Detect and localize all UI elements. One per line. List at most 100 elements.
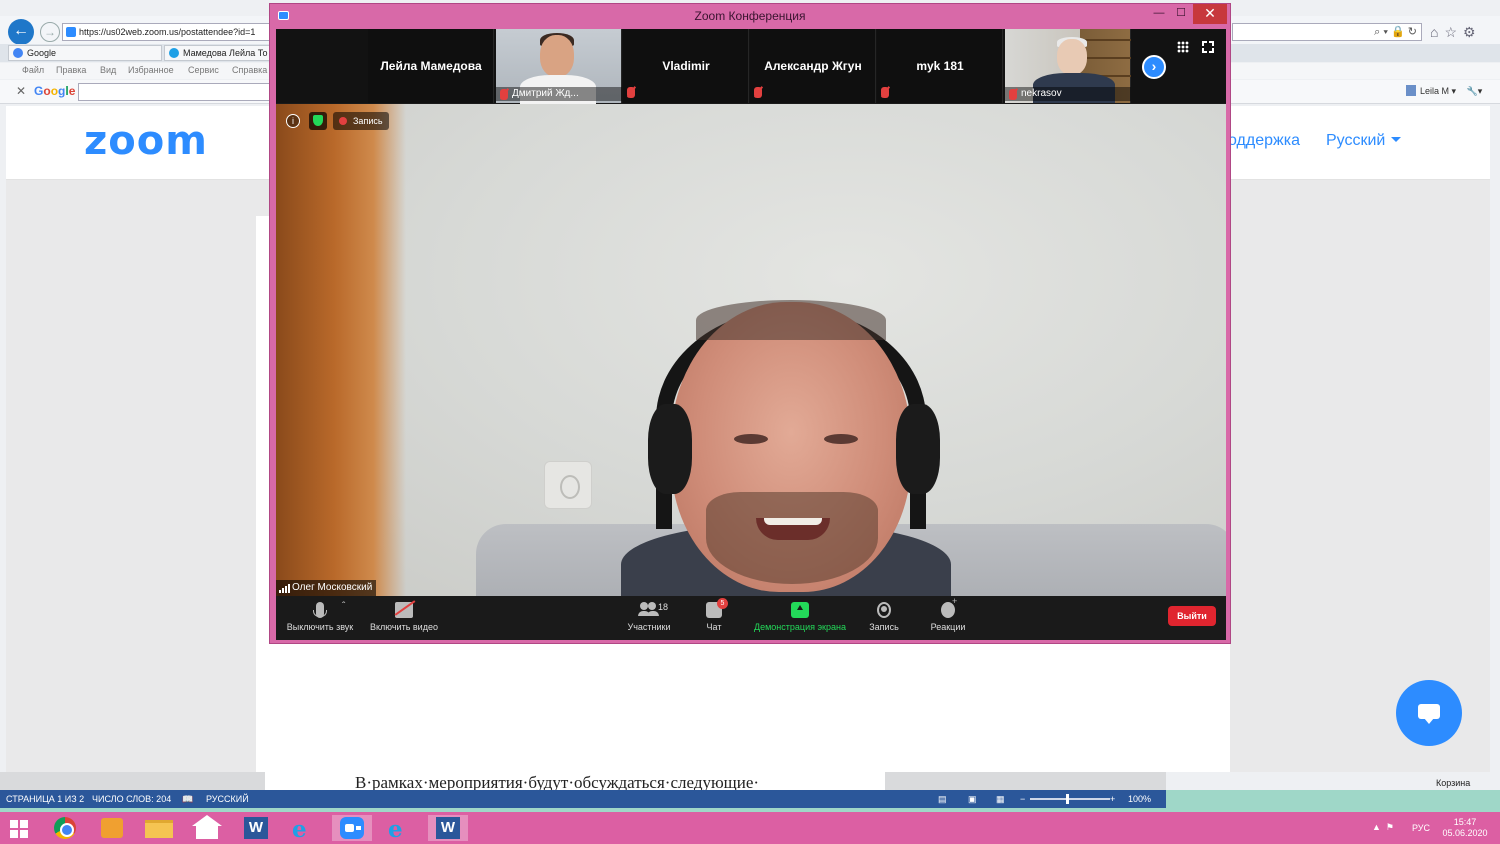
support-chat-button[interactable] <box>1396 680 1462 746</box>
menu-help[interactable]: Справка <box>232 65 267 75</box>
minimize-button[interactable]: — <box>1148 4 1170 24</box>
speaker-hair <box>696 300 886 340</box>
wrench-icon[interactable]: 🔧▾ <box>1467 86 1483 96</box>
meeting-info-icon[interactable]: i <box>286 114 300 128</box>
print-layout-icon[interactable]: ▣ <box>968 790 977 808</box>
participant-tile[interactable]: Vladimir <box>623 29 749 103</box>
headphones-earcup-left <box>648 404 692 494</box>
recycle-bin-label[interactable]: Корзина <box>1436 778 1470 788</box>
chrome-taskbar-icon[interactable] <box>46 815 86 841</box>
recording-indicator[interactable]: Запись <box>333 112 389 130</box>
participant-name: myk 181 <box>916 59 964 73</box>
mute-label: Выключить звук <box>286 622 354 632</box>
tab-google[interactable]: Google <box>8 45 162 61</box>
participant-tile-video[interactable]: Дмитрий Жд... <box>496 29 622 105</box>
address-bar-actions[interactable]: ⌕ ▾ 🔒 ↻ <box>1232 23 1422 41</box>
menu-file[interactable]: Файл <box>22 65 44 75</box>
menu-view[interactable]: Вид <box>100 65 116 75</box>
start-button[interactable] <box>6 815 46 841</box>
gallery-view-icon[interactable] <box>1177 41 1189 53</box>
participants-button[interactable]: 18 Участники <box>624 600 674 638</box>
encryption-shield-icon[interactable] <box>309 112 327 130</box>
web-layout-icon[interactable]: ▦ <box>996 790 1005 808</box>
clock-time: 15:47 <box>1453 817 1477 827</box>
participant-tile[interactable]: Лейла Мамедова <box>368 29 494 103</box>
address-bar[interactable]: https://us02web.zoom.us/postattendee?id=… <box>62 23 272 41</box>
speaker-name-label: Олег Московский <box>276 580 377 596</box>
ie-taskbar-icon-2[interactable]: e <box>380 815 420 843</box>
speaker-mouth <box>756 518 830 540</box>
language-select[interactable]: Русский <box>1326 132 1401 150</box>
page-status[interactable]: СТРАНИЦА 1 ИЗ 2 <box>6 790 84 808</box>
clock-date: 05.06.2020 <box>1442 828 1488 838</box>
menu-edit[interactable]: Правка <box>56 65 86 75</box>
read-mode-icon[interactable]: ▤ <box>938 790 947 808</box>
tab-label: Мамедова Лейла То <box>183 48 268 58</box>
window-title: Zoom Конференция <box>694 9 806 23</box>
microphone-icon <box>313 602 327 618</box>
start-video-button[interactable]: Включить видео <box>366 600 442 638</box>
zoom-taskbar-icon[interactable] <box>332 815 372 841</box>
tray-icons[interactable]: ▲ ⚑ <box>1372 822 1394 833</box>
muted-mic-icon <box>881 87 889 98</box>
zoom-in-icon[interactable]: + <box>1110 790 1115 808</box>
participants-icon <box>638 602 658 618</box>
participant-name: Александр Жгун <box>764 59 862 73</box>
zoom-slider-handle[interactable] <box>1066 794 1069 804</box>
zoom-level[interactable]: 100% <box>1128 790 1151 808</box>
menu-favorites[interactable]: Избранное <box>128 65 174 75</box>
share-screen-icon <box>791 602 809 618</box>
tab-document[interactable]: Мамедова Лейла То <box>164 45 270 61</box>
audio-options-caret-icon[interactable]: ˆ <box>342 601 345 612</box>
mute-button[interactable]: Выключить звук <box>282 600 358 638</box>
language-status[interactable]: РУССКИЙ <box>206 790 249 808</box>
muted-mic-icon <box>500 89 508 100</box>
home-taskbar-icon[interactable] <box>188 815 228 841</box>
reactions-button[interactable]: Реакции <box>926 596 970 638</box>
word-count[interactable]: ЧИСЛО СЛОВ: 204 <box>92 790 171 808</box>
maximize-button[interactable]: ☐ <box>1170 4 1192 24</box>
word-taskbar-icon[interactable]: W <box>236 815 276 841</box>
participant-tile[interactable]: myk 181 <box>877 29 1003 103</box>
close-toolbar-icon[interactable]: ✕ <box>16 84 26 98</box>
window-title-bar[interactable]: Zoom Конференция — ☐ ✕ <box>270 4 1230 28</box>
next-page-arrow-icon[interactable]: › <box>1142 55 1166 79</box>
file-explorer-taskbar-icon[interactable] <box>140 815 180 841</box>
forward-button[interactable]: → <box>40 22 60 42</box>
record-label: Запись <box>869 622 899 632</box>
video-wall-outlet <box>544 461 592 509</box>
participant-name: Лейла Мамедова <box>380 59 482 73</box>
chat-button[interactable]: 5 Чат <box>700 598 728 638</box>
input-language[interactable]: РУС <box>1412 823 1430 833</box>
fullscreen-icon[interactable] <box>1201 40 1215 54</box>
zoom-out-icon[interactable]: − <box>1020 790 1025 808</box>
record-button[interactable]: Запись <box>866 600 902 638</box>
media-player-taskbar-icon[interactable] <box>92 815 132 841</box>
menu-tools[interactable]: Сервис <box>188 65 219 75</box>
muted-mic-icon <box>627 87 635 98</box>
chat-unread-badge: 5 <box>717 598 728 609</box>
user-icon <box>1406 85 1416 96</box>
leave-meeting-button[interactable]: Выйти <box>1168 606 1216 626</box>
participant-strip: Лейла Мамедова Дмитрий Жд... Vladimir Ал… <box>276 29 1226 105</box>
participants-count: 18 <box>658 602 669 612</box>
ie-taskbar-icon[interactable]: e <box>284 815 324 843</box>
participant-tile-video[interactable]: nekrasov <box>1005 29 1131 103</box>
site-favicon-icon <box>66 27 76 37</box>
participant-tile[interactable]: Александр Жгун <box>750 29 876 103</box>
google-toolbar-logo: Google <box>34 84 76 98</box>
share-screen-button[interactable]: Демонстрация экрана <box>748 600 852 638</box>
home-favorites-settings-icons[interactable]: ⌂☆⚙ <box>1430 24 1482 41</box>
google-search-input[interactable] <box>78 83 273 101</box>
zoom-slider[interactable] <box>1030 798 1110 800</box>
word-taskbar-icon-2[interactable]: W <box>428 815 468 841</box>
active-speaker-video[interactable]: i Запись Олег Московский <box>276 104 1226 596</box>
support-link[interactable]: оддержка <box>1228 132 1300 150</box>
proofing-icon[interactable]: 📖 <box>182 790 193 808</box>
close-button[interactable]: ✕ <box>1193 4 1227 24</box>
back-button[interactable]: ← <box>8 19 34 45</box>
muted-mic-icon <box>754 87 762 98</box>
clock[interactable]: 15:47 05.06.2020 <box>1440 817 1490 839</box>
zoom-logo[interactable]: zoom <box>84 118 208 164</box>
user-menu[interactable]: Leila M ▾ 🔧▾ <box>1406 85 1482 97</box>
